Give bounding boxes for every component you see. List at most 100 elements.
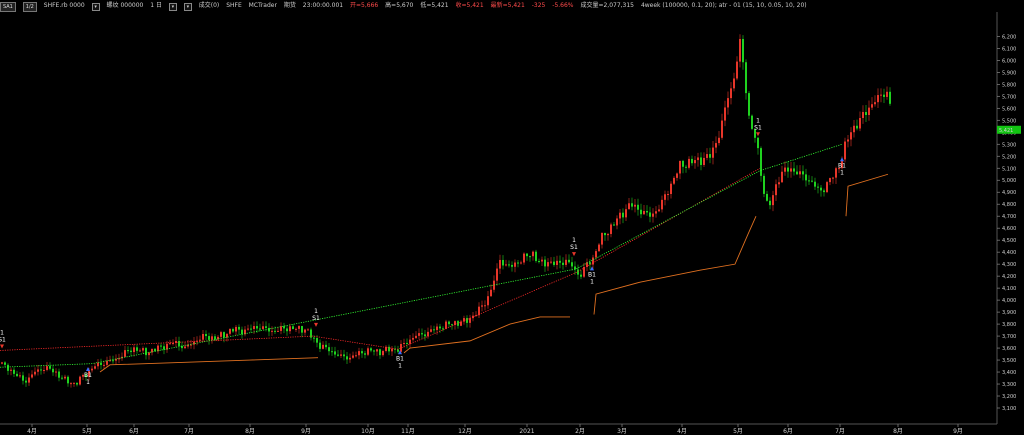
time-tick-label: 10月 [361, 428, 375, 435]
candle-body [583, 266, 585, 277]
candle-body [316, 338, 318, 343]
candle-body [343, 354, 345, 357]
interval-label[interactable]: 1 日 [150, 0, 162, 12]
candle-body [748, 93, 750, 116]
symbol-menu-button[interactable]: SA1 [0, 2, 16, 12]
candle-body [46, 366, 48, 370]
candle-body [643, 210, 645, 215]
candle-body [751, 115, 753, 129]
candle-body [679, 160, 681, 174]
candle-body [364, 353, 366, 355]
candle-body [598, 244, 600, 252]
candle-body [208, 336, 210, 340]
candle-body [778, 182, 780, 185]
candle [79, 375, 81, 386]
price-tick-label: 4,800 [1002, 202, 1016, 208]
change-pct-value: -5.66% [552, 2, 574, 9]
candle-body [670, 183, 672, 194]
candle-body [682, 160, 684, 167]
candle-body [577, 269, 579, 275]
signal-qty-label: 1 [572, 237, 576, 244]
candle-body [103, 364, 105, 366]
candle-body [514, 262, 516, 267]
candle-body [523, 253, 525, 263]
candle-body [58, 371, 60, 378]
candle-body [517, 262, 519, 264]
candle-body [709, 154, 711, 158]
exchange-label: SHFE [226, 2, 242, 9]
candle-body [22, 375, 24, 381]
time-tick-label: 12月 [458, 428, 472, 435]
candle-body [580, 274, 582, 277]
candle-body [337, 354, 339, 356]
candle-body [865, 112, 867, 115]
candle-body [124, 350, 126, 357]
candle-body [415, 335, 417, 338]
candle-body [346, 356, 348, 360]
candle-body [214, 336, 216, 340]
price-tick-label: 5,200 [1002, 154, 1016, 160]
candle-body [178, 341, 180, 346]
candle-body [496, 268, 498, 281]
candle-body [595, 251, 597, 258]
symbol-dropdown-icon[interactable]: ▾ [91, 3, 100, 11]
time-tick-label: 2021 [519, 428, 534, 435]
candle-body [373, 350, 375, 352]
candle-body [106, 361, 108, 365]
price-tick-label: 3,900 [1002, 310, 1016, 316]
price-tick-label: 3,200 [1002, 394, 1016, 400]
candle-body [301, 326, 303, 333]
candle-body [235, 326, 237, 332]
candle-body [412, 337, 414, 340]
candle-body [622, 212, 624, 218]
signal-qty-label: 1 [756, 117, 760, 124]
signal-type-label: B1 [84, 372, 92, 379]
candle-body [592, 257, 594, 265]
candle-body [265, 326, 267, 328]
candle-body [289, 326, 291, 332]
candle-body [880, 94, 882, 96]
candle-body [799, 171, 801, 175]
candle-body [619, 212, 621, 219]
price-tick-label: 4,400 [1002, 250, 1016, 256]
candle-body [790, 168, 792, 172]
interval-dropdown-icon[interactable]: ▾ [168, 3, 177, 11]
candle-body [250, 328, 252, 330]
candle-body [127, 350, 129, 352]
price-tick-label: 4,500 [1002, 238, 1016, 244]
chart-background [0, 12, 1024, 435]
candle-body [352, 355, 354, 358]
layout-button[interactable]: 1/2 [22, 2, 37, 12]
candle-body [277, 330, 279, 332]
candle-body [601, 232, 603, 245]
signal-qty-label: 1 [398, 362, 402, 369]
period-label: 螺纹 000000 [106, 2, 144, 9]
candle-body [730, 88, 732, 99]
candle-body [91, 368, 93, 371]
candle-body [286, 328, 288, 332]
candle-body [868, 107, 870, 115]
candle-body [553, 261, 555, 265]
candle-body [700, 157, 702, 165]
candle-body [31, 374, 33, 378]
signal-qty-label: 1 [840, 169, 844, 176]
candle-body [862, 112, 864, 119]
candle-body [508, 264, 510, 266]
price-chart[interactable]: 1S1B111S1B111S1B111S1B11 6,2006,1006,000… [0, 12, 1024, 435]
price-tick-label: 3,700 [1002, 334, 1016, 340]
candle-body [490, 289, 492, 297]
symbol-label: SHFE.rb 0000 [43, 2, 85, 9]
candle-body [763, 175, 765, 194]
candle-body [721, 120, 723, 138]
candle-body [433, 329, 435, 331]
candle-body [19, 375, 21, 377]
candle-body [379, 349, 381, 356]
candle-body [715, 143, 717, 148]
candle-body [97, 362, 99, 367]
indicator-dropdown-icon[interactable]: ▾ [183, 3, 192, 11]
signal-type-label: S1 [312, 315, 320, 322]
price-tick-label: 5,000 [1002, 178, 1016, 184]
candle-body [562, 262, 564, 265]
candle-body [292, 326, 294, 330]
candle-body [70, 383, 72, 385]
